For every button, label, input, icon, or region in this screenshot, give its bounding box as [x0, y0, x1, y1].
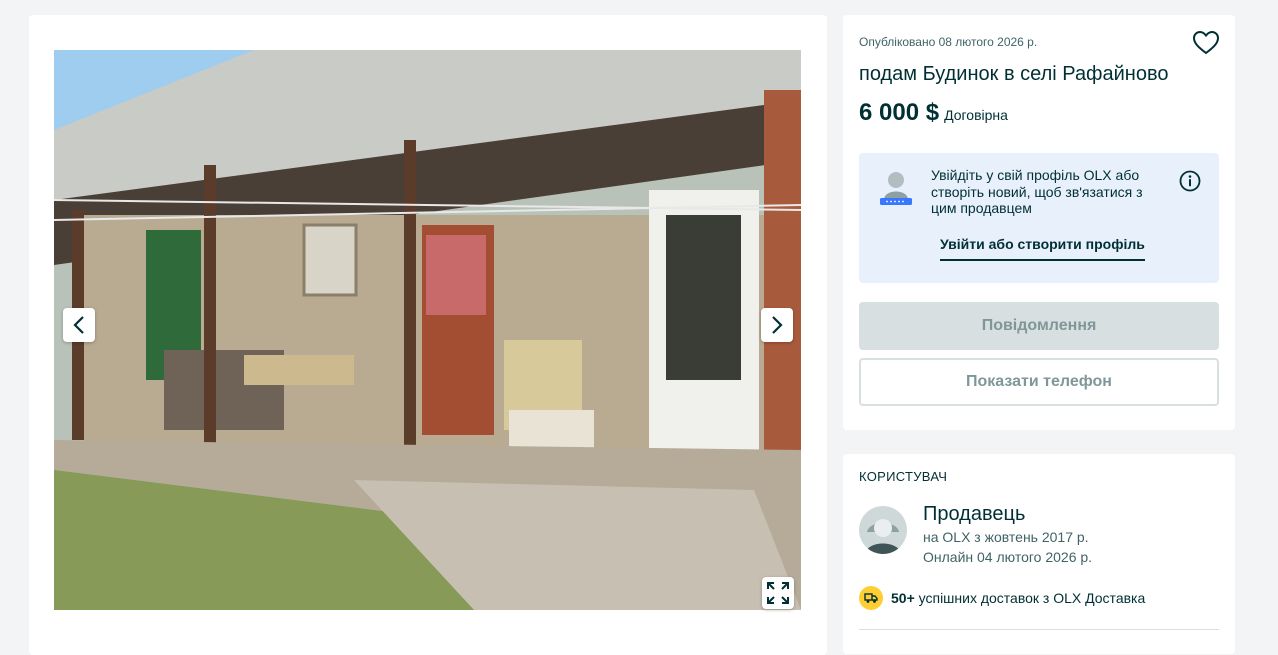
gallery-card — [29, 15, 827, 655]
info-icon[interactable] — [1179, 170, 1201, 192]
user-laptop-icon — [880, 172, 912, 205]
price-row: 6 000 $ Договірна — [859, 99, 1008, 127]
avatar[interactable] — [859, 506, 907, 554]
seller-name[interactable]: Продавець — [923, 503, 1025, 526]
login-prompt-text: Увійдіть у свій профіль OLX або створіть… — [931, 167, 1143, 216]
expand-icon — [767, 582, 789, 604]
chevron-right-icon — [772, 316, 783, 334]
user-section-heading: КОРИСТУВАЧ — [859, 469, 948, 484]
fullscreen-button[interactable] — [762, 577, 794, 609]
truck-icon — [859, 586, 883, 610]
price: 6 000 $ — [859, 99, 940, 126]
message-button[interactable]: Повідомлення — [859, 302, 1219, 350]
next-photo-button[interactable] — [761, 308, 793, 342]
member-since: на OLX з жовтень 2017 р. — [923, 529, 1089, 545]
user-avatar-icon — [859, 506, 907, 554]
delivery-stats: 50+ успішних доставок з OLX Доставка — [859, 586, 1145, 610]
price-negotiable-label: Договірна — [944, 107, 1008, 123]
chevron-left-icon — [73, 316, 84, 334]
listing-photo[interactable] — [54, 50, 801, 610]
heart-icon — [1192, 30, 1220, 55]
delivery-text: успішних доставок з OLX Доставка — [918, 590, 1146, 606]
last-online: Онлайн 04 лютого 2026 р. — [923, 549, 1093, 565]
listing-info-card: Опубліковано 08 лютого 2026 р. подам Буд… — [843, 15, 1235, 430]
show-phone-button[interactable]: Показати телефон — [859, 358, 1219, 406]
divider — [859, 629, 1219, 630]
login-prompt-box: Увійдіть у свій профіль OLX або створіть… — [859, 153, 1219, 283]
delivery-count: 50+ — [891, 590, 915, 606]
user-card: КОРИСТУВАЧ Продавець на OLX з жовтень 20… — [843, 454, 1235, 654]
login-or-register-link[interactable]: Увійти або створити профіль — [940, 236, 1145, 261]
listing-title: подам Будинок в селі Рафайново — [859, 63, 1169, 85]
posted-date: Опубліковано 08 лютого 2026 р. — [859, 35, 1038, 49]
previous-photo-button[interactable] — [63, 308, 95, 342]
house-photo-image — [54, 50, 801, 610]
favorite-button[interactable] — [1192, 30, 1221, 57]
